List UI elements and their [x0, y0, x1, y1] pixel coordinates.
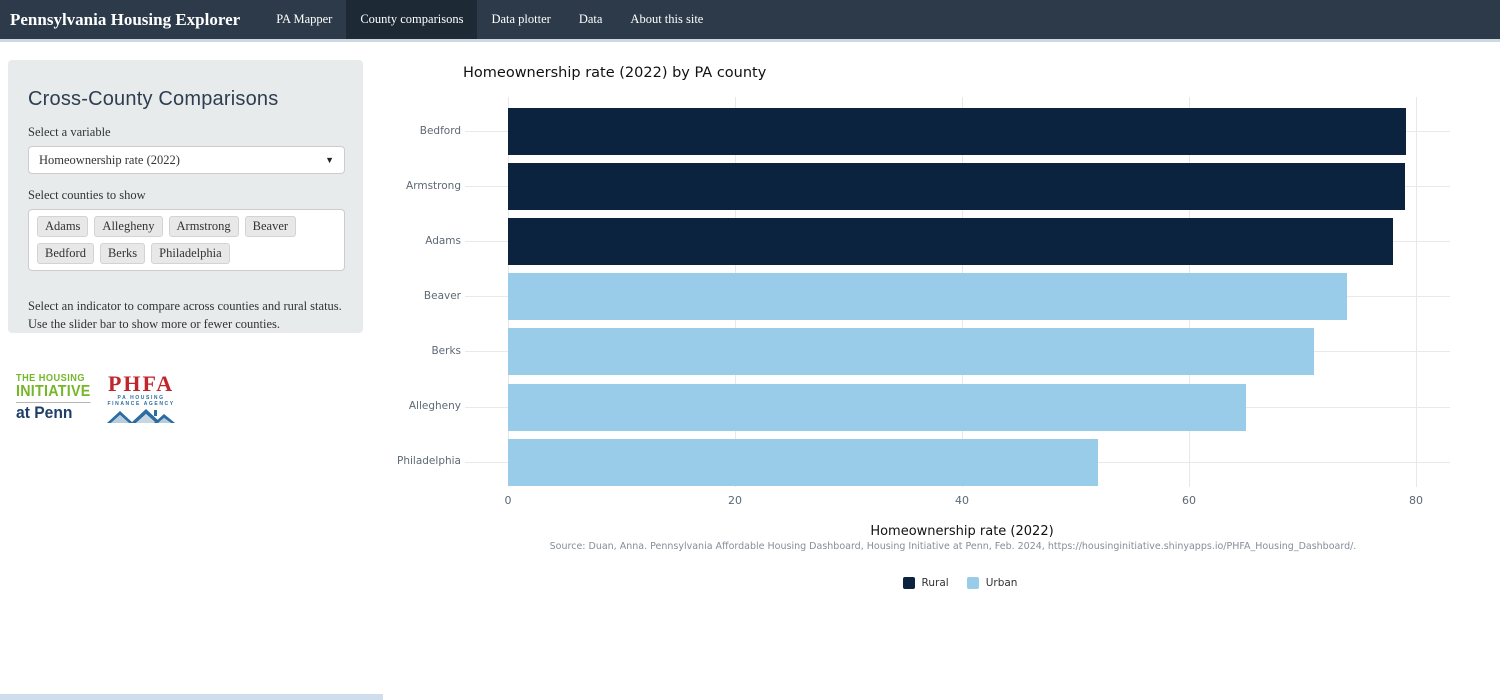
- county-tag-bedford[interactable]: Bedford: [37, 243, 94, 264]
- housing-initiative-at-penn-logo: THE HOUSING INITIATIVE at Penn: [16, 374, 91, 423]
- county-tag-berks[interactable]: Berks: [100, 243, 145, 264]
- phfa-logo: PHFA PA HOUSING FINANCE AGENCY: [106, 374, 176, 429]
- legend-label-rural: Rural: [922, 577, 949, 589]
- sidebar-heading: Cross-County Comparisons: [28, 88, 343, 111]
- y-axis-label-berks: Berks: [351, 345, 461, 357]
- county-tag-beaver[interactable]: Beaver: [245, 216, 296, 237]
- county-tag-adams[interactable]: Adams: [37, 216, 88, 237]
- navbar-tabs: PA MapperCounty comparisonsData plotterD…: [262, 0, 717, 39]
- navbar: Pennsylvania Housing Explorer PA MapperC…: [0, 0, 1500, 42]
- tab-data[interactable]: Data: [565, 0, 617, 39]
- logo-row: THE HOUSING INITIATIVE at Penn PHFA PA H…: [16, 374, 176, 429]
- x-tick-label-20: 20: [715, 494, 755, 507]
- county-tag-philadelphia[interactable]: Philadelphia: [151, 243, 230, 264]
- chart-source-note: Source: Duan, Anna. Pennsylvania Afforda…: [503, 541, 1403, 552]
- chevron-down-icon: ▼: [325, 155, 334, 165]
- y-axis-label-adams: Adams: [351, 235, 461, 247]
- x-tick-label-60: 60: [1169, 494, 1209, 507]
- bar-allegheny: [508, 384, 1246, 431]
- county-select-label: Select counties to show: [28, 188, 343, 203]
- county-tag-armstrong[interactable]: Armstrong: [169, 216, 239, 237]
- bar-bedford: [508, 108, 1406, 155]
- bar-berks: [508, 328, 1314, 375]
- chart-legend: Rural Urban: [810, 577, 1110, 589]
- chart-title: Homeownership rate (2022) by PA county: [463, 65, 766, 81]
- bar-adams: [508, 218, 1393, 265]
- y-axis-label-bedford: Bedford: [351, 125, 461, 137]
- x-tick-label-80: 80: [1396, 494, 1436, 507]
- sidebar-panel: Cross-County Comparisons Select a variab…: [8, 60, 363, 333]
- y-axis-label-armstrong: Armstrong: [351, 180, 461, 192]
- hip-logo-line2: INITIATIVE: [16, 384, 91, 400]
- app-title: Pennsylvania Housing Explorer: [0, 0, 252, 39]
- x-tick-label-0: 0: [488, 494, 528, 507]
- tab-data-plotter[interactable]: Data plotter: [477, 0, 564, 39]
- y-axis-label-philadelphia: Philadelphia: [351, 455, 461, 467]
- bottom-panel-edge: [0, 694, 383, 700]
- legend-item-rural[interactable]: Rural: [903, 577, 949, 589]
- bar-beaver: [508, 273, 1347, 320]
- sidebar-description: Select an indicator to compare across co…: [28, 297, 346, 333]
- x-axis-title: Homeownership rate (2022): [762, 524, 1162, 539]
- phfa-logo-name: PHFA: [106, 374, 176, 395]
- legend-label-urban: Urban: [986, 577, 1018, 589]
- y-axis-label-allegheny: Allegheny: [351, 400, 461, 412]
- bar-philadelphia: [508, 439, 1098, 486]
- tab-about-this-site[interactable]: About this site: [616, 0, 717, 39]
- county-tag-allegheny[interactable]: Allegheny: [94, 216, 162, 237]
- tab-county-comparisons[interactable]: County comparisons: [346, 0, 477, 39]
- tab-pa-mapper[interactable]: PA Mapper: [262, 0, 346, 39]
- legend-item-urban[interactable]: Urban: [967, 577, 1018, 589]
- phfa-roofline-icon: [106, 407, 176, 424]
- county-multiselect[interactable]: Adams Allegheny Armstrong Beaver Bedford Berk…: [28, 209, 345, 271]
- legend-swatch-urban: [967, 577, 979, 589]
- variable-select-value: Homeownership rate (2022): [39, 153, 180, 168]
- hip-logo-line3: at Penn: [16, 402, 91, 423]
- y-axis-label-beaver: Beaver: [351, 290, 461, 302]
- bar-armstrong: [508, 163, 1405, 210]
- variable-select-label: Select a variable: [28, 125, 343, 140]
- x-tick-label-40: 40: [942, 494, 982, 507]
- variable-select[interactable]: Homeownership rate (2022) ▼: [28, 146, 345, 174]
- x-gridline-80: [1416, 97, 1417, 487]
- legend-swatch-rural: [903, 577, 915, 589]
